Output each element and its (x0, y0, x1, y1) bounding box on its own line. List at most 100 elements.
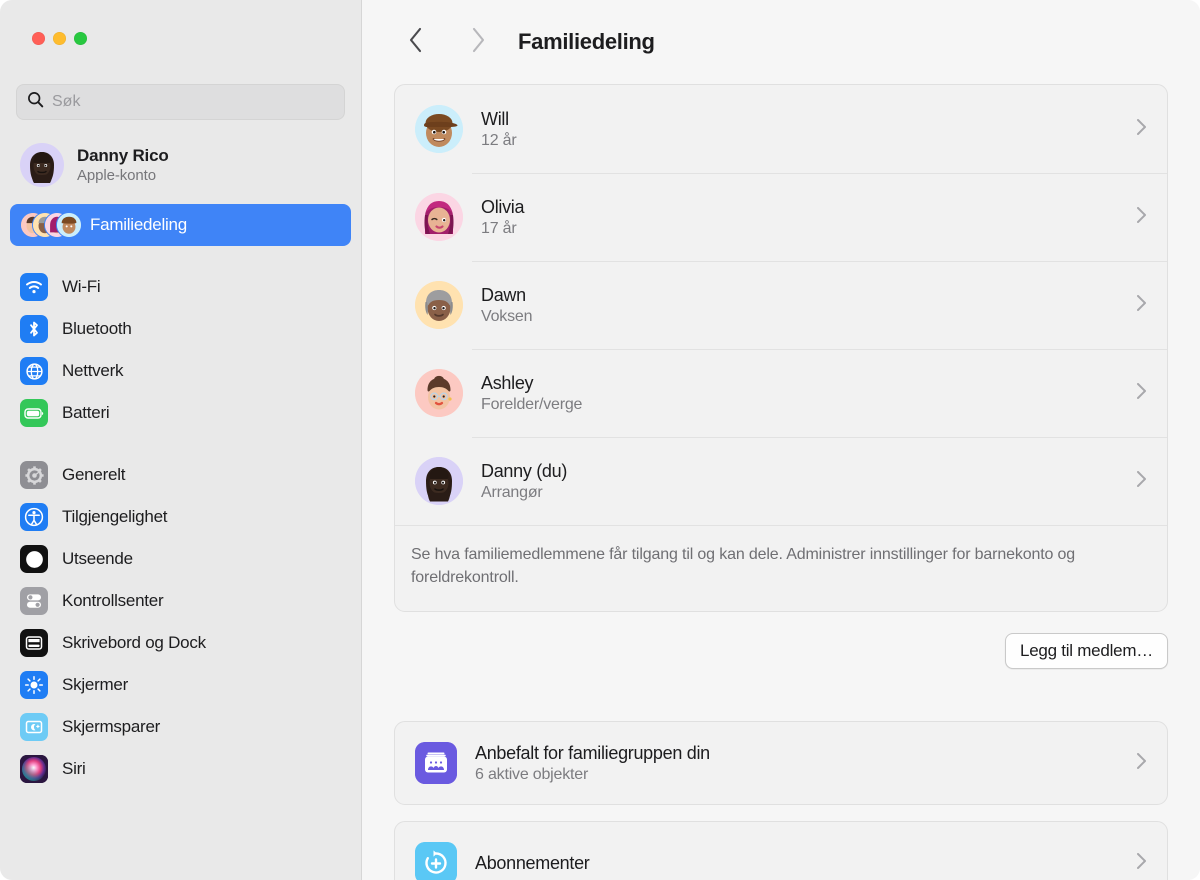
family-stack-icon (20, 211, 84, 239)
chevron-right-icon (1136, 294, 1147, 317)
chevron-right-icon (1136, 752, 1147, 775)
sidebar-item-familiedeling[interactable]: Familiedeling (10, 204, 351, 246)
forward-button[interactable] (456, 20, 500, 64)
avatar (415, 281, 463, 329)
chevron-right-icon (1136, 852, 1147, 875)
page-title: Familiedeling (518, 29, 655, 54)
member-name: Ashley (481, 372, 534, 393)
sidebar-item-bluetooth[interactable]: Bluetooth (10, 308, 351, 350)
sidebar-item-label: Wi-Fi (62, 277, 101, 296)
list-item-title: Anbefalt for familiegruppen din (475, 742, 710, 763)
table-row[interactable]: Dawn Voksen (395, 261, 1167, 349)
wifi-icon (20, 273, 48, 301)
sidebar: Danny Rico Apple-konto (0, 0, 362, 880)
maximize-button[interactable] (74, 32, 87, 45)
chevron-left-icon (408, 27, 424, 58)
main-panel: Familiedeling Will 12 år Olivia 17 år Da… (362, 0, 1200, 880)
sidebar-item-label: Bluetooth (62, 319, 132, 338)
chevron-right-icon (1136, 470, 1147, 493)
sidebar-item-label: Siri (62, 759, 86, 778)
window-controls (0, 0, 361, 58)
sidebar-divider (0, 246, 361, 266)
battery-icon (20, 399, 48, 427)
avatar (415, 369, 463, 417)
search-box[interactable] (16, 84, 345, 120)
chevron-right-icon (1136, 118, 1147, 141)
table-row[interactable]: Olivia 17 år (395, 173, 1167, 261)
system-settings-window: Danny Rico Apple-konto (0, 0, 1200, 880)
bluetooth-icon (20, 315, 48, 343)
table-row[interactable]: Danny (du) Arrangør (395, 437, 1167, 525)
member-role: Voksen (481, 307, 533, 325)
member-role: Arrangør (481, 483, 543, 501)
sidebar-item-label: Nettverk (62, 361, 124, 380)
list-item[interactable]: Abonnementer (395, 822, 1167, 880)
add-member-row: Legg til medlem… (394, 612, 1168, 670)
sidebar-item-label: Skrivebord og Dock (62, 633, 206, 652)
content: Will 12 år Olivia 17 år Dawn Voksen Ashl… (362, 84, 1200, 880)
member-text: Dawn Voksen (481, 285, 1136, 326)
table-row[interactable]: Ashley Forelder/verge (395, 349, 1167, 437)
chevron-right-icon (1136, 382, 1147, 405)
account-text: Danny Rico Apple-konto (77, 146, 169, 184)
gear-icon (20, 461, 48, 489)
member-role: 12 år (481, 131, 517, 149)
list-item-subtitle: 6 aktive objekter (475, 765, 589, 783)
member-name: Olivia (481, 196, 525, 217)
minimize-button[interactable] (53, 32, 66, 45)
table-row[interactable]: Will 12 år (395, 85, 1167, 173)
sidebar-item-kontrollsenter[interactable]: Kontrollsenter (10, 580, 351, 622)
apple-account-row[interactable]: Danny Rico Apple-konto (10, 136, 351, 194)
displays-icon (20, 671, 48, 699)
sidebar-item-label: Familiedeling (90, 215, 187, 234)
add-member-button[interactable]: Legg til medlem… (1004, 633, 1168, 670)
list-item-title: Abonnementer (475, 852, 590, 873)
sidebar-item-batteri[interactable]: Batteri (10, 392, 351, 434)
list-text: Anbefalt for familiegruppen din 6 aktive… (475, 743, 1136, 784)
family-recommendations-icon (415, 742, 457, 785)
sidebar-item-skjermer[interactable]: Skjermer (10, 664, 351, 706)
sidebar-item-generelt[interactable]: Generelt (10, 454, 351, 496)
search-container (0, 58, 361, 120)
sidebar-item-skrivebord-og-dock[interactable]: Skrivebord og Dock (10, 622, 351, 664)
list-text: Abonnementer (475, 853, 1136, 874)
member-role: Forelder/verge (481, 395, 583, 413)
sidebar-item-siri[interactable]: Siri (10, 748, 351, 790)
search-input[interactable] (52, 93, 334, 111)
sidebar-item-wifi[interactable]: Wi-Fi (10, 266, 351, 308)
account-name: Danny Rico (77, 146, 169, 166)
member-name: Dawn (481, 284, 526, 305)
sidebar-item-label: Batteri (62, 403, 110, 422)
subscriptions-icon (415, 842, 457, 880)
member-text: Ashley Forelder/verge (481, 373, 1136, 414)
member-name: Will (481, 108, 509, 129)
sidebar-item-label: Tilgjengelighet (62, 507, 168, 526)
member-text: Will 12 år (481, 109, 1136, 150)
sidebar-divider (0, 434, 361, 454)
sidebar-item-utseende[interactable]: Utseende (10, 538, 351, 580)
avatar (415, 105, 463, 153)
sidebar-item-nettverk[interactable]: Nettverk (10, 350, 351, 392)
siri-icon (20, 755, 48, 783)
avatar (415, 457, 463, 505)
family-description: Se hva familiemedlemmene får tilgang til… (395, 525, 1167, 611)
globe-icon (20, 357, 48, 385)
member-name: Danny (du) (481, 460, 568, 481)
back-button[interactable] (394, 20, 438, 64)
card-spacer (394, 805, 1168, 821)
account-subtitle: Apple-konto (77, 166, 156, 184)
accessibility-icon (20, 503, 48, 531)
recommendations-card[interactable]: Anbefalt for familiegruppen din 6 aktive… (394, 721, 1168, 806)
control-center-icon (20, 587, 48, 615)
member-text: Olivia 17 år (481, 197, 1136, 238)
desktop-dock-icon (20, 629, 48, 657)
sidebar-item-label: Skjermer (62, 675, 129, 694)
sidebar-item-skjermsparer[interactable]: Skjermsparer (10, 706, 351, 748)
avatar (20, 143, 64, 187)
sidebar-item-tilgjengelighet[interactable]: Tilgjengelighet (10, 496, 351, 538)
family-members-card: Will 12 år Olivia 17 år Dawn Voksen Ashl… (394, 84, 1168, 613)
subscriptions-card[interactable]: Abonnementer (394, 821, 1168, 880)
list-item[interactable]: Anbefalt for familiegruppen din 6 aktive… (395, 722, 1167, 804)
close-button[interactable] (32, 32, 45, 45)
